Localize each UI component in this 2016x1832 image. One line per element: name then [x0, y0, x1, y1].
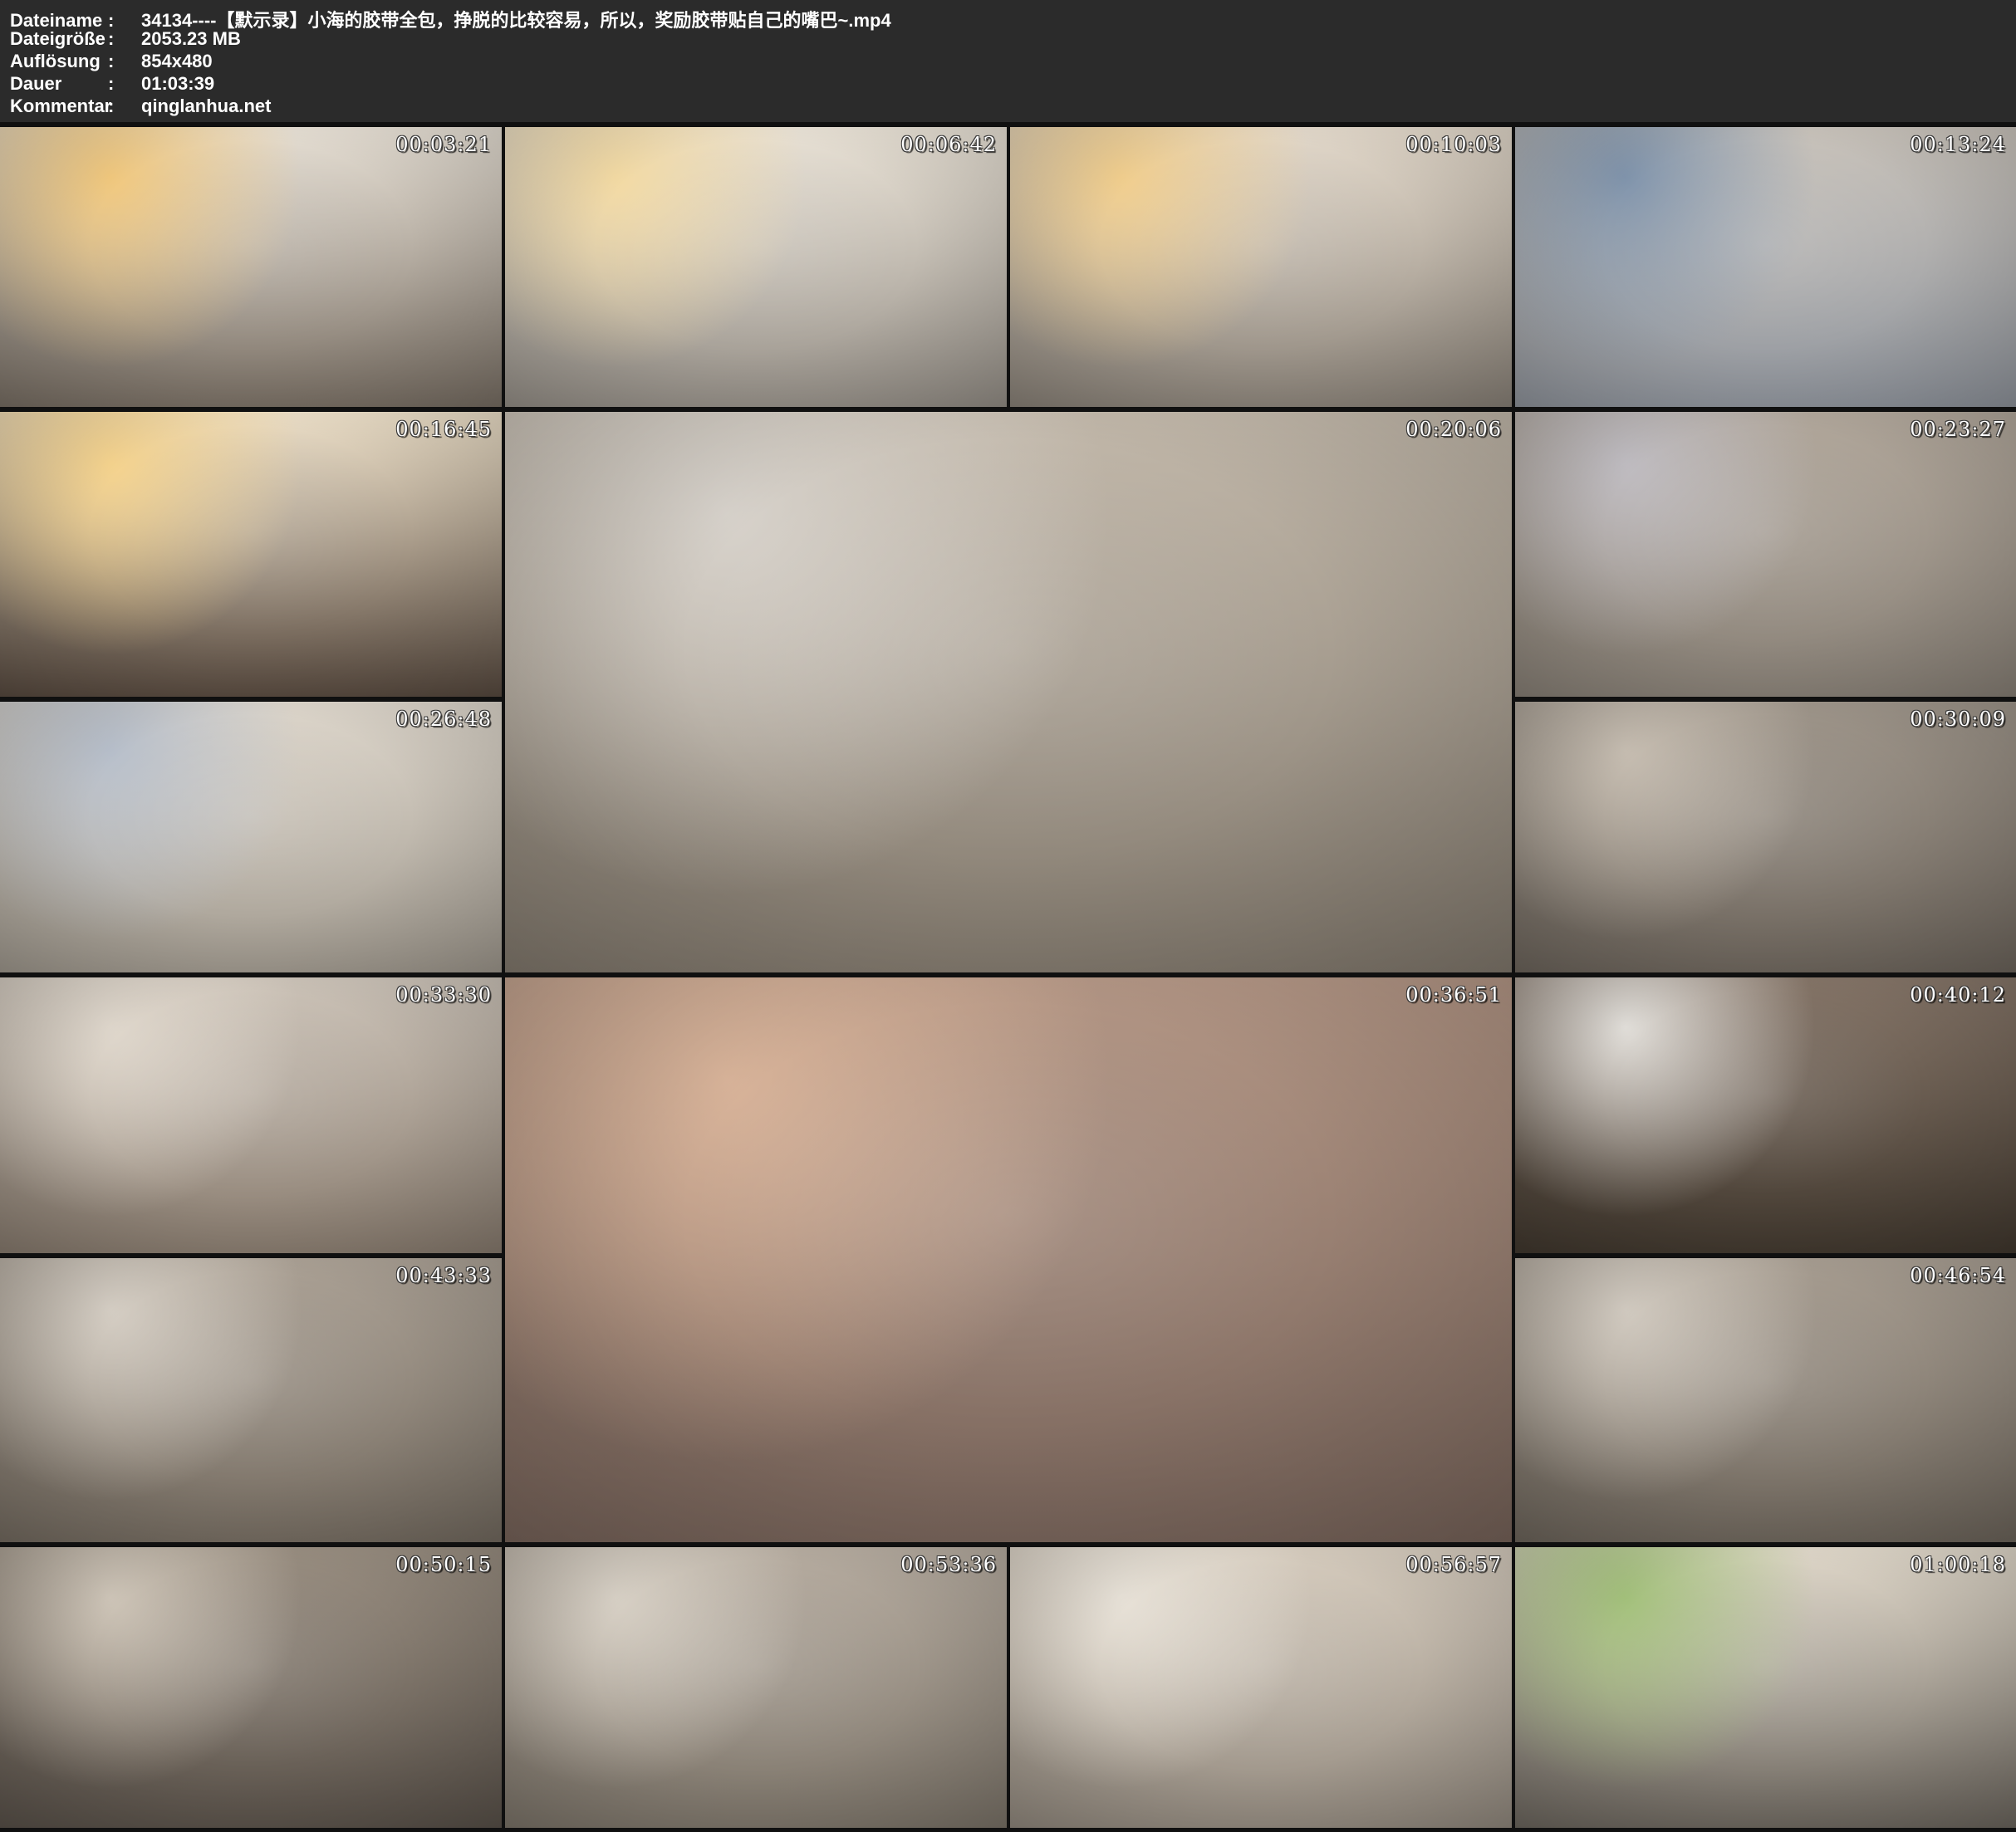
timestamp-overlay: 00:16:45 — [395, 418, 492, 441]
video-thumbnail: 00:40:12 — [1515, 977, 2016, 1253]
video-thumbnail: 00:10:03 — [1010, 127, 1512, 407]
video-thumbnail: 00:33:30 — [0, 977, 502, 1253]
duration-value: 01:03:39 — [141, 73, 2016, 95]
video-thumbnail: 01:00:18 — [1515, 1547, 2016, 1828]
video-thumbnail: 00:06:42 — [505, 127, 1007, 407]
video-thumbnail: 00:56:57 — [1010, 1547, 1512, 1828]
timestamp-overlay: 00:30:09 — [1910, 708, 2006, 731]
timestamp-overlay: 00:26:48 — [395, 708, 492, 731]
timestamp-overlay: 00:13:24 — [1910, 133, 2006, 156]
resolution-value: 854x480 — [141, 51, 2016, 72]
video-thumbnail: 00:03:21 — [0, 127, 502, 407]
meta-label: Kommentar — [10, 96, 108, 117]
timestamp-overlay: 00:33:30 — [395, 983, 492, 1007]
video-thumbnail: 00:50:15 — [0, 1547, 502, 1828]
video-thumbnail: 00:46:54 — [1515, 1258, 2016, 1542]
timestamp-overlay: 00:50:15 — [395, 1553, 492, 1576]
timestamp-overlay: 00:46:54 — [1910, 1264, 2006, 1287]
video-thumbnail: 00:26:48 — [0, 702, 502, 972]
metadata-header: Dateiname : 34134----【默示录】小海的胶带全包，挣脱的比较容… — [0, 0, 2016, 122]
timestamp-overlay: 00:53:36 — [900, 1553, 997, 1576]
timestamp-overlay: 00:36:51 — [1405, 983, 1502, 1007]
meta-label: Dateigröße — [10, 28, 108, 50]
timestamp-overlay: 00:23:27 — [1910, 418, 2006, 441]
meta-row-filesize: Dateigröße : 2053.23 MB — [10, 28, 2016, 51]
video-thumbnail: 00:53:36 — [505, 1547, 1007, 1828]
timestamp-overlay: 00:06:42 — [900, 133, 997, 156]
timestamp-overlay: 00:10:03 — [1405, 133, 1502, 156]
comment-value: qinglanhua.net — [141, 96, 2016, 117]
meta-separator: : — [108, 73, 141, 95]
timestamp-overlay: 01:00:18 — [1910, 1553, 2006, 1576]
video-thumbnail: 00:30:09 — [1515, 702, 2016, 972]
video-thumbnail-large: 00:36:51 — [505, 977, 1512, 1542]
timestamp-overlay: 00:56:57 — [1405, 1553, 1502, 1576]
video-thumbnail: 00:43:33 — [0, 1258, 502, 1542]
meta-separator: : — [108, 51, 141, 72]
thumbnail-grid: 00:03:21 00:06:42 00:10:03 00:13:24 00:1… — [0, 127, 2016, 1828]
meta-label: Auflösung — [10, 51, 108, 72]
video-thumbnail: 00:13:24 — [1515, 127, 2016, 407]
timestamp-overlay: 00:43:33 — [395, 1264, 492, 1287]
meta-row-filename: Dateiname : 34134----【默示录】小海的胶带全包，挣脱的比较容… — [10, 6, 2016, 28]
meta-row-resolution: Auflösung : 854x480 — [10, 51, 2016, 73]
meta-row-comment: Kommentar : qinglanhua.net — [10, 96, 2016, 118]
video-thumbnail-large: 00:20:06 — [505, 412, 1512, 972]
meta-label: Dauer — [10, 73, 108, 95]
video-thumbnail: 00:23:27 — [1515, 412, 2016, 697]
meta-row-duration: Dauer : 01:03:39 — [10, 73, 2016, 96]
filesize-value: 2053.23 MB — [141, 28, 2016, 50]
timestamp-overlay: 00:03:21 — [395, 133, 492, 156]
timestamp-overlay: 00:20:06 — [1405, 418, 1502, 441]
timestamp-overlay: 00:40:12 — [1910, 983, 2006, 1007]
meta-separator: : — [108, 28, 141, 50]
video-thumbnail: 00:16:45 — [0, 412, 502, 697]
meta-separator: : — [108, 96, 141, 117]
